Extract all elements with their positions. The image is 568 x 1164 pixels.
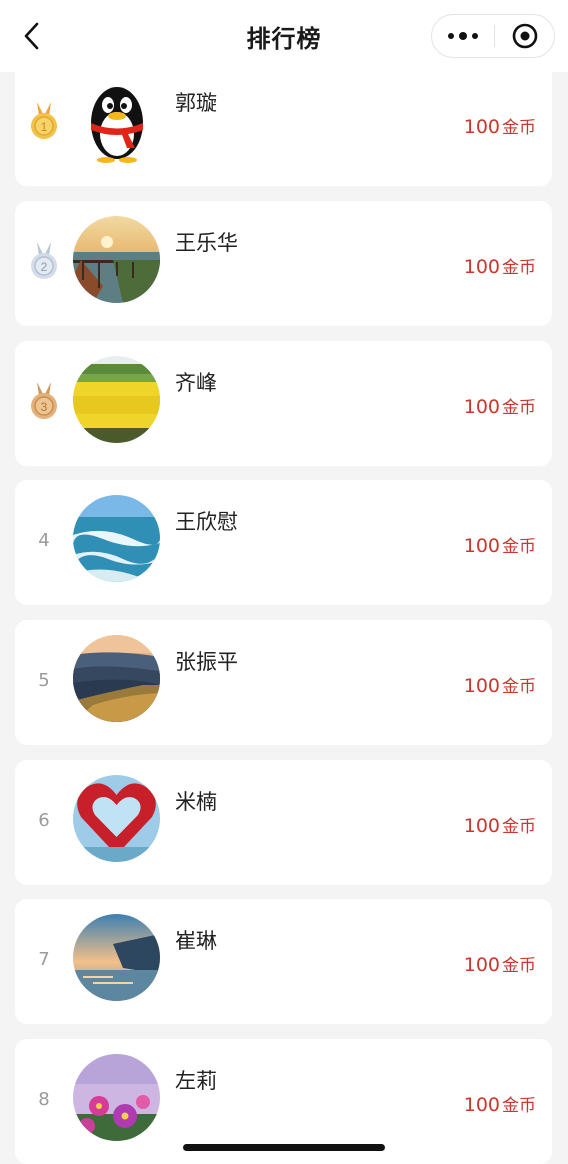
coin-amount: 100 金币 bbox=[464, 1091, 536, 1116]
rank-badge: 1 bbox=[27, 99, 61, 143]
avatar bbox=[73, 495, 160, 582]
bronze-medal-icon: 3 bbox=[31, 382, 57, 419]
more-dots-icon bbox=[446, 32, 481, 40]
user-name: 郭璇 bbox=[175, 91, 217, 115]
rank-number: 4 bbox=[38, 529, 50, 551]
leaderboard-item[interactable]: 3 齐峰 100 金币 bbox=[15, 341, 552, 466]
pink-flowers-avatar bbox=[73, 1054, 160, 1141]
target-close-icon bbox=[512, 23, 538, 49]
rank-number: 6 bbox=[38, 809, 50, 831]
silver-medal-icon: 2 bbox=[31, 242, 57, 279]
misty-hills-avatar bbox=[73, 635, 160, 722]
avatar bbox=[73, 635, 160, 722]
rank-badge: 6 bbox=[27, 798, 61, 842]
rapeseed-field-avatar bbox=[73, 356, 160, 443]
rank-badge: 7 bbox=[27, 937, 61, 981]
lake-sunset-avatar bbox=[73, 216, 160, 303]
avatar bbox=[73, 914, 160, 1001]
svg-text:1: 1 bbox=[41, 120, 48, 134]
coin-value: 100 bbox=[463, 675, 500, 697]
coin-amount: 100 金币 bbox=[464, 113, 536, 138]
coin-value: 100 bbox=[463, 535, 500, 557]
coin-value: 100 bbox=[463, 1094, 500, 1116]
user-name: 齐峰 bbox=[175, 371, 217, 395]
rank-badge: 3 bbox=[27, 379, 61, 423]
coin-amount: 100 金币 bbox=[464, 253, 536, 278]
coin-value: 100 bbox=[463, 396, 500, 418]
svg-text:2: 2 bbox=[41, 260, 48, 274]
user-name: 左莉 bbox=[175, 1069, 217, 1093]
qq-penguin-avatar bbox=[91, 87, 143, 163]
user-name: 王欣慰 bbox=[175, 510, 238, 534]
red-heart-avatar bbox=[73, 775, 160, 862]
coin-value: 100 bbox=[463, 116, 500, 138]
coin-amount: 100 金币 bbox=[464, 951, 536, 976]
mini-program-capsule bbox=[431, 14, 555, 58]
coin-unit: 金币 bbox=[502, 956, 536, 976]
coin-amount: 100 金币 bbox=[464, 532, 536, 557]
leaderboard-item[interactable]: 4 王欣慰 100 金币 bbox=[15, 480, 552, 605]
user-name: 米楠 bbox=[175, 790, 217, 814]
rank-number: 7 bbox=[38, 948, 50, 970]
coin-amount: 100 金币 bbox=[464, 393, 536, 418]
coin-unit: 金币 bbox=[502, 398, 536, 418]
avatar bbox=[73, 216, 160, 303]
coin-value: 100 bbox=[463, 256, 500, 278]
coin-unit: 金币 bbox=[502, 1096, 536, 1116]
leaderboard-list[interactable]: 1 郭璇 100 金币 2 王乐华 100 金币 3 齐峰 100 金币 4 王… bbox=[0, 0, 568, 1164]
leaderboard-item[interactable]: 6 米楠 100 金币 bbox=[15, 760, 552, 885]
home-indicator bbox=[183, 1144, 385, 1151]
coin-unit: 金币 bbox=[502, 817, 536, 837]
coin-unit: 金币 bbox=[502, 118, 536, 138]
leaderboard-item[interactable]: 1 郭璇 100 金币 bbox=[15, 61, 552, 186]
coin-amount: 100 金币 bbox=[464, 672, 536, 697]
leaderboard-item[interactable]: 5 张振平 100 金币 bbox=[15, 620, 552, 745]
leaderboard-item[interactable]: 7 崔琳 100 金币 bbox=[15, 899, 552, 1024]
coin-unit: 金币 bbox=[502, 258, 536, 278]
avatar bbox=[73, 76, 160, 163]
avatar bbox=[73, 775, 160, 862]
rank-number: 8 bbox=[38, 1088, 50, 1110]
leaderboard-item[interactable]: 2 王乐华 100 金币 bbox=[15, 201, 552, 326]
coin-unit: 金币 bbox=[502, 537, 536, 557]
gold-medal-icon: 1 bbox=[31, 102, 57, 139]
coin-value: 100 bbox=[463, 815, 500, 837]
coin-amount: 100 金币 bbox=[464, 812, 536, 837]
rank-badge: 4 bbox=[27, 518, 61, 562]
user-name: 崔琳 bbox=[175, 929, 217, 953]
coin-value: 100 bbox=[463, 954, 500, 976]
coastal-dusk-avatar bbox=[73, 914, 160, 1001]
ocean-waves-avatar bbox=[73, 495, 160, 582]
rank-badge: 2 bbox=[27, 239, 61, 283]
coin-unit: 金币 bbox=[502, 677, 536, 697]
rank-number: 5 bbox=[38, 669, 50, 691]
svg-text:3: 3 bbox=[41, 400, 48, 414]
user-name: 张振平 bbox=[175, 650, 238, 674]
close-button[interactable] bbox=[495, 15, 555, 57]
nav-bar: 排行榜 bbox=[0, 0, 568, 72]
rank-badge: 5 bbox=[27, 658, 61, 702]
avatar bbox=[73, 356, 160, 443]
avatar bbox=[73, 1054, 160, 1141]
user-name: 王乐华 bbox=[175, 231, 238, 255]
rank-badge: 8 bbox=[27, 1077, 61, 1121]
more-button[interactable] bbox=[432, 15, 494, 57]
